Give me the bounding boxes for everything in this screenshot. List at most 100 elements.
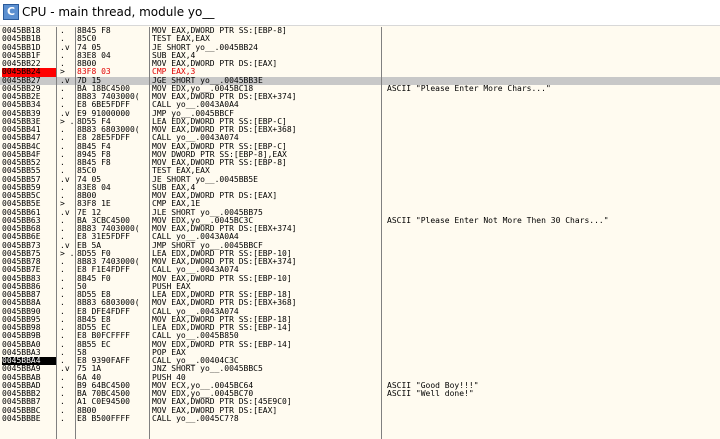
- disasm-row[interactable]: 0045BB98. 8D55 EC LEA EDX,DWORD PTR SS:[EB…: [0, 324, 720, 332]
- disasm-row[interactable]: 0045BB1F. 83E8 04 SUB EAX,4: [0, 52, 720, 60]
- disasm-row[interactable]: 0045BB87. 8D55 E8 LEA EDX,DWORD PTR SS:[EB…: [0, 291, 720, 299]
- flow-marker: >: [60, 68, 65, 77]
- hex-dump-cell: 74 05: [77, 175, 102, 184]
- instruction-cell: MOV EAX,DWORD PTR DS:[EAX]: [152, 192, 278, 200]
- disasm-row[interactable]: 0045BB18. 8B45 F8 MOV EAX,DWORD PTR SS:[EB…: [0, 27, 720, 35]
- flow-marker: .: [60, 233, 65, 242]
- disasm-row[interactable]: 0045BBA0. 8B55 EC MOV EDX,DWORD PTR SS:[EB…: [0, 341, 720, 349]
- hex-dump-cell: 8B45 F8: [77, 27, 111, 35]
- instruction-cell: JE SHORT yo__.0045BB24: [152, 43, 258, 52]
- disasm-row[interactable]: 0045BB1B. 85C0 TEST EAX,EAX: [0, 35, 720, 43]
- instruction-cell: JE SHORT yo__.0045BB5E: [152, 175, 258, 184]
- disasm-row[interactable]: 0045BBB7. A1 C0E94500 MOV EAX,DWORD PTR DS…: [0, 398, 720, 406]
- flow-marker: .: [60, 340, 65, 349]
- hex-dump-cell: E8 6BE5FDFF: [77, 101, 130, 110]
- flow-marker: .: [60, 315, 65, 324]
- hex-dump-cell: 8B45 E8: [77, 315, 111, 324]
- disasm-row[interactable]: 0045BB78. 8B83 7403000(MOV EAX,DWORD PTR …: [0, 258, 720, 266]
- disasm-row[interactable]: 0045BB1D .v 74 05 JE SHORT yo__.0045BB24: [0, 44, 720, 52]
- hex-dump-cell: 8B83 7403000(: [77, 93, 140, 101]
- hex-dump-cell: EB 5A: [77, 241, 102, 250]
- disasm-row[interactable]: 0045BB34. E8 6BE5FDFF CALL yo__.0043A0A4: [0, 101, 720, 109]
- instruction-cell: JGE SHORT yo__.0045BB3E: [152, 76, 263, 85]
- disasm-row[interactable]: 0045BBA9 .v 75 1A JNZ SHORT yo__.0045BBC5: [0, 365, 720, 373]
- instruction-cell: TEST EAX,EAX: [152, 35, 210, 44]
- disasm-row[interactable]: 0045BBA4. E8 9390FAFF CALL yo__.00404C3C: [0, 357, 720, 366]
- column-divider[interactable]: [56, 27, 57, 439]
- disasm-row[interactable]: 0045BBBE. E8 B500FFFF CALL yo__.0045C7?8: [0, 415, 720, 423]
- disasm-row[interactable]: 0045BB90. E8 DFE4FDFF CALL yo__.0043A074: [0, 308, 720, 316]
- disasm-row[interactable]: 0045BB68. 8B83 7403000(MOV EAX,DWORD PTR …: [0, 225, 720, 233]
- disasm-row[interactable]: 0045BB9B. E8 B0FCFFFF CALL yo__.0045B850: [0, 332, 720, 340]
- disasm-row[interactable]: 0045BB4C. 8B45 F4 MOV EAX,DWORD PTR SS:[EB…: [0, 143, 720, 151]
- disasm-row[interactable]: 0045BB86. 50 PUSH EAX: [0, 283, 720, 291]
- comment-cell: ASCII "Good Boy!!!": [387, 381, 479, 390]
- disasm-row[interactable]: 0045BB57 .v 74 05 JE SHORT yo__.0045BB5E: [0, 176, 720, 184]
- instruction-cell: MOV EDX,yo__.0045BC18: [152, 84, 254, 93]
- disasm-row[interactable]: 0045BB24 >83F8 03 CMP EAX,3: [0, 68, 720, 77]
- disasm-row[interactable]: 0045BBAD. B9 64BC4500 MOV ECX,yo__.0045BC6…: [0, 382, 720, 390]
- flow-marker: .: [60, 101, 65, 110]
- disasm-row[interactable]: 0045BB55. 85C0 TEST EAX,EAX: [0, 167, 720, 175]
- disasm-row[interactable]: 0045BB95. 8B45 E8 MOV EAX,DWORD PTR SS:[EB…: [0, 316, 720, 324]
- disasm-row[interactable]: 0045BBB2. BA 70BC4500 MOV EDX,yo__.0045BC7…: [0, 390, 720, 398]
- hex-dump-cell: 7D 15: [77, 76, 102, 85]
- instruction-cell: MOV EAX,DWORD PTR SS:[EBP-10]: [152, 274, 292, 283]
- disasm-row[interactable]: 0045BB27 .v 7D 15 JGE SHORT yo__.0045BB3E: [0, 76, 720, 85]
- disasm-row[interactable]: 0045BB59. 83E8 04 SUB EAX,4: [0, 184, 720, 192]
- column-divider[interactable]: [149, 27, 150, 439]
- disasm-row[interactable]: 0045BB63. BA 3CBC4500 MOV EDX,yo__.0045BC3…: [0, 217, 720, 225]
- flow-marker: .: [60, 225, 65, 233]
- disasm-row[interactable]: 0045BB83. 8B45 F0 MOV EAX,DWORD PTR SS:[EB…: [0, 275, 720, 283]
- disasm-row[interactable]: 0045BB6E. E8 31E5FDFF CALL yo__.0043A0A4: [0, 233, 720, 241]
- hex-dump-cell: 8B83 6803000(: [77, 299, 140, 308]
- disassembly-pane[interactable]: 0045BB18. 8B45 F8 MOV EAX,DWORD PTR SS:[EB…: [0, 27, 720, 439]
- instruction-cell: CALL yo__.0043A074: [152, 266, 239, 275]
- disasm-row[interactable]: 0045BB52. 8B45 F8 MOV EAX,DWORD PTR SS:[EB…: [0, 159, 720, 167]
- flow-marker: .: [60, 307, 65, 316]
- hex-dump-cell: 74 05: [77, 43, 102, 52]
- disasm-row[interactable]: 0045BBBC. 8B00 MOV EAX,DWORD PTR DS:[EAX]: [0, 407, 720, 415]
- disasm-row[interactable]: 0045BB4F. 8945 F8 MOV DWORD PTR SS:[EBP-8]…: [0, 151, 720, 159]
- disasm-row[interactable]: 0045BB47. E8 28E5FDFF CALL yo__.0043A074: [0, 134, 720, 142]
- disasm-row[interactable]: 0045BB7E. E8 F1E4FDFF CALL yo__.0043A074: [0, 266, 720, 274]
- flow-marker: .: [60, 299, 65, 308]
- hex-dump-cell: 7E 12: [77, 208, 102, 217]
- disasm-row[interactable]: 0045BB39 .v E9 91000000 JMP yo__.0045BBCF: [0, 110, 720, 118]
- column-divider[interactable]: [381, 27, 382, 439]
- disasm-row[interactable]: 0045BB5E >83F8 1E CMP EAX,1E: [0, 200, 720, 208]
- hex-dump-cell: 8B83 6803000(: [77, 126, 140, 134]
- disassembly-rows: 0045BB18. 8B45 F8 MOV EAX,DWORD PTR SS:[EB…: [0, 27, 720, 423]
- column-divider[interactable]: [75, 27, 76, 439]
- disasm-row[interactable]: 0045BB75 > . 8D55 F0 LEA EDX,DWORD PTR SS:[…: [0, 250, 720, 258]
- flow-marker: .: [60, 134, 65, 143]
- disasm-row[interactable]: 0045BB22. 8B00 MOV EAX,DWORD PTR DS:[EAX]: [0, 60, 720, 68]
- disasm-row[interactable]: 0045BB8A. 8B83 6803000(MOV EAX,DWORD PTR …: [0, 299, 720, 307]
- disasm-row[interactable]: 0045BBA3. 58 POP EAX: [0, 349, 720, 357]
- hex-dump-cell: 8D55 E8: [77, 291, 111, 299]
- flow-marker: .: [60, 142, 65, 151]
- disasm-row[interactable]: 0045BB5C. 8B00 MOV EAX,DWORD PTR DS:[EAX]: [0, 192, 720, 200]
- disasm-row[interactable]: 0045BB61 .v 7E 12 JLE SHORT yo__.0045BB75: [0, 209, 720, 217]
- instruction-cell: MOV EAX,DWORD PTR SS:[EBP-8]: [152, 159, 287, 167]
- disasm-row[interactable]: 0045BB29. BA 18BC4500 MOV EDX,yo__.0045BC1…: [0, 85, 720, 93]
- instruction-cell: LEA EDX,DWORD PTR SS:[EBP-10]: [152, 249, 292, 258]
- hex-dump-cell: A1 C0E94500: [77, 398, 130, 407]
- instruction-cell: SUB EAX,4: [152, 51, 196, 60]
- flow-marker: .v: [60, 241, 70, 250]
- disasm-row[interactable]: 0045BB3E > . 8D55 F4 LEA EDX,DWORD PTR SS:[…: [0, 118, 720, 126]
- disasm-row[interactable]: 0045BBAB. 6A 40 PUSH 40: [0, 374, 720, 382]
- flow-marker: .: [60, 258, 65, 266]
- instruction-cell: MOV EAX,DWORD PTR DS:[EAX]: [152, 406, 278, 415]
- hex-dump-cell: 8B45 F0: [77, 274, 111, 283]
- disasm-row[interactable]: 0045BB41. 8B83 6803000(MOV EAX,DWORD PTR …: [0, 126, 720, 134]
- disasm-row[interactable]: 0045BB2E. 8B83 7403000(MOV EAX,DWORD PTR …: [0, 93, 720, 101]
- flow-marker: .: [60, 357, 65, 365]
- hex-dump-cell: E9 91000000: [77, 109, 130, 118]
- flow-marker: .: [60, 274, 65, 283]
- hex-dump-cell: 8D55 F0: [77, 249, 111, 258]
- instruction-cell: MOV EAX,DWORD PTR DS:[45E9C0]: [152, 398, 292, 407]
- hex-dump-cell: 8D55 EC: [77, 324, 111, 332]
- disasm-row[interactable]: 0045BB73 .v EB 5A JMP SHORT yo__.0045BBCF: [0, 242, 720, 250]
- hex-dump-cell: 8945 F8: [77, 150, 111, 159]
